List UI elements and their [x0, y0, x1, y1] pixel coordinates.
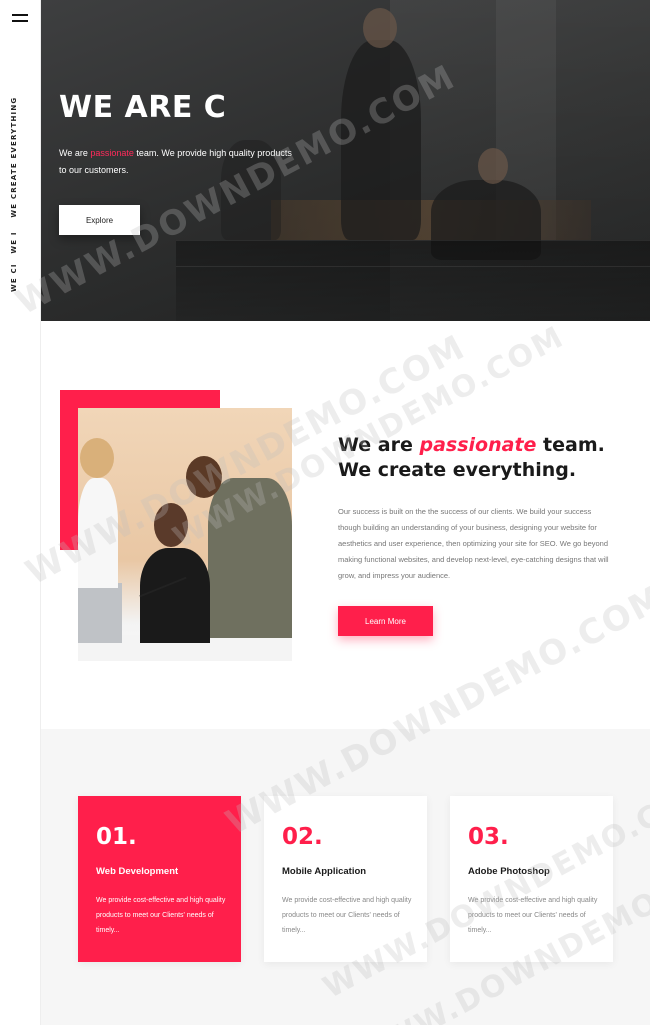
explore-button[interactable]: Explore	[59, 205, 140, 235]
service-title: Web Development	[96, 866, 179, 877]
service-number: 03.	[468, 824, 509, 850]
hero-reflection	[176, 240, 650, 321]
service-card-mobile-application[interactable]: 02. Mobile Application We provide cost-e…	[264, 796, 427, 962]
service-number: 01.	[96, 824, 137, 850]
about-heading-highlight: passionate	[419, 434, 537, 456]
service-title: Mobile Application	[282, 866, 367, 877]
service-text: We provide cost-effective and high quali…	[468, 897, 598, 934]
about-heading: We are passionate team. We create everyt…	[338, 434, 605, 481]
service-text: We provide cost-effective and high quali…	[96, 897, 226, 934]
learn-more-button[interactable]: Learn More	[338, 606, 433, 636]
hamburger-icon[interactable]	[12, 14, 28, 24]
hero-reflection-line	[176, 240, 650, 241]
left-rail: WE CI WE I WE CREATE EVERYTHING	[0, 0, 41, 1025]
rail-text-c: WE CREATE EVERYTHING	[10, 96, 18, 218]
hero-figure-head	[478, 148, 508, 184]
service-card-web-development[interactable]: 01. Web Development We provide cost-effe…	[78, 796, 241, 962]
page: WE CI WE I WE CREATE EVERYTHING WE ARE C…	[0, 0, 650, 1025]
hero-title: WE ARE C	[59, 90, 227, 125]
service-title: Adobe Photoshop	[468, 866, 550, 877]
hero-reflection-line	[176, 266, 650, 267]
hero-figure	[341, 40, 421, 240]
services-section: 01. Web Development We provide cost-effe…	[41, 729, 650, 1025]
hero-figure-head	[363, 8, 397, 48]
about-section: We are passionate team. We create everyt…	[41, 321, 650, 729]
service-text: We provide cost-effective and high quali…	[282, 897, 412, 934]
service-card-adobe-photoshop[interactable]: 03. Adobe Photoshop We provide cost-effe…	[450, 796, 613, 962]
hero-text: We are passionate team. We provide high …	[59, 148, 292, 175]
hero-section: WE ARE C We are passionate team. We prov…	[41, 0, 650, 321]
rail-vertical-text: WE CI WE I WE CREATE EVERYTHING	[10, 92, 18, 292]
rail-text-b: WE I	[10, 231, 18, 254]
hero-highlight: passionate	[90, 148, 134, 158]
team-photo	[78, 408, 292, 661]
about-description: Our success is built on the the success …	[338, 507, 609, 580]
rail-text-a: WE CI	[10, 263, 18, 292]
service-number: 02.	[282, 824, 323, 850]
